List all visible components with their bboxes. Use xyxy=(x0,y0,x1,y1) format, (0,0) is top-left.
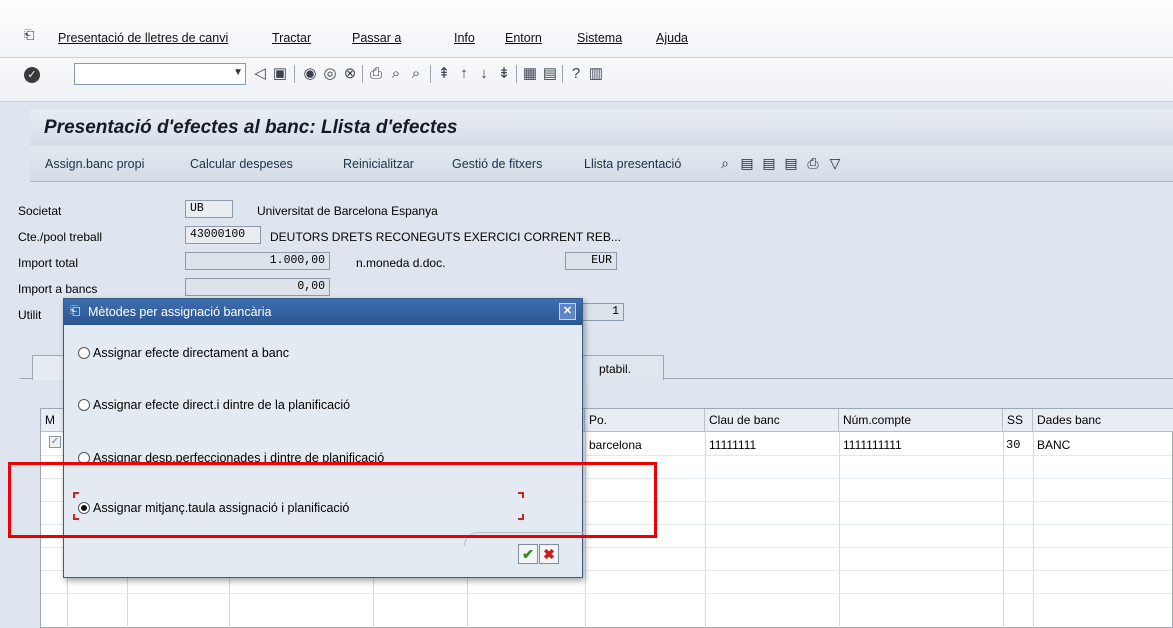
utilit-field: 1 xyxy=(580,303,624,321)
toolbar-separator xyxy=(294,65,295,83)
layout-menu-icon[interactable]: ▥ xyxy=(588,65,604,83)
save-icon[interactable]: ▣ xyxy=(272,65,288,83)
back-icon[interactable]: ◉ xyxy=(302,65,318,83)
find-next-icon[interactable]: ⌕ xyxy=(408,65,424,83)
shortcut-icon[interactable]: ▤ xyxy=(542,65,558,83)
cell-ss: 30 xyxy=(1006,438,1021,452)
menu-entorn[interactable]: Entorn xyxy=(505,31,542,45)
menu-sistema[interactable]: Sistema xyxy=(577,31,622,45)
import-bancs-label: Import a bancs xyxy=(18,282,98,296)
menu-bar: ⎗ Presentació de lletres de canvi Tracta… xyxy=(0,0,1173,58)
toolbar-separator xyxy=(430,65,431,83)
menu-info[interactable]: Info xyxy=(454,31,475,45)
cell-dades-banc: BANC xyxy=(1037,438,1071,452)
highlight-box xyxy=(8,462,657,538)
menu-presentacio[interactable]: Presentació de lletres de canvi xyxy=(58,31,228,45)
deselect-icon[interactable]: ▤ xyxy=(783,155,799,171)
window-menu-icon[interactable]: ⎗ xyxy=(24,28,38,41)
select-block-icon[interactable]: ▤ xyxy=(761,155,777,171)
toolbar-separator xyxy=(362,65,363,83)
import-bancs-field: 0,00 xyxy=(185,278,330,296)
detail-icon[interactable]: ⌕ xyxy=(717,155,733,171)
radio-button[interactable] xyxy=(78,347,90,359)
grid-line xyxy=(1003,432,1004,628)
tab-comptabil-label: ptabil. xyxy=(599,362,632,376)
cell-po: barcelona xyxy=(589,438,642,452)
assign-banc-propi-button[interactable]: Assign.banc propi xyxy=(45,157,144,171)
first-page-icon[interactable]: ⇞ xyxy=(436,65,452,83)
command-field[interactable]: ▼ xyxy=(74,63,246,85)
next-page-icon[interactable]: ↓ xyxy=(476,65,492,83)
cancel-x-icon[interactable]: ✖ xyxy=(539,544,559,564)
grid-line xyxy=(1033,432,1034,628)
create-session-icon[interactable]: ▦ xyxy=(522,65,538,83)
column-header-ss[interactable]: SS xyxy=(1003,409,1033,432)
row-checkbox[interactable]: ✓ xyxy=(49,436,61,448)
moneda-label: n.moneda d.doc. xyxy=(356,256,446,270)
column-header-clau-banc[interactable]: Clau de banc xyxy=(705,409,839,432)
toolbar-separator xyxy=(562,65,563,83)
filter-icon[interactable]: ▽ xyxy=(827,155,843,171)
last-page-icon[interactable]: ⇟ xyxy=(496,65,512,83)
exit-icon[interactable]: ◎ xyxy=(322,65,338,83)
grid-line xyxy=(839,432,840,628)
societat-description: Universitat de Barcelona Espanya xyxy=(257,204,438,218)
gestio-fitxers-button[interactable]: Gestió de fitxers xyxy=(452,157,542,171)
import-total-label: Import total xyxy=(18,256,79,270)
calcular-despeses-button[interactable]: Calcular despeses xyxy=(190,157,293,171)
previous-page-icon[interactable]: ↑ xyxy=(456,65,472,83)
column-header-dades-banc[interactable]: Dades banc xyxy=(1033,409,1173,432)
grid-row-line xyxy=(41,593,1172,594)
option-label: Assignar efecte direct.i dintre de la pl… xyxy=(93,398,351,412)
confirm-check-icon[interactable]: ✔ xyxy=(518,544,538,564)
moneda-field: EUR xyxy=(565,252,617,270)
option-directament[interactable]: Assignar efecte directament a banc xyxy=(78,346,289,364)
cancel-icon[interactable]: ⊗ xyxy=(342,65,358,83)
option-direct-planificacio[interactable]: Assignar efecte direct.i dintre de la pl… xyxy=(78,398,350,416)
llista-presentacio-button[interactable]: Llista presentació xyxy=(584,157,681,171)
pool-field[interactable]: 43000100 xyxy=(185,226,261,244)
application-toolbar: Assign.banc propi Calcular despeses Rein… xyxy=(30,146,1173,182)
page-title: Presentació d'efectes al banc: Llista d'… xyxy=(44,117,458,138)
grid-line xyxy=(705,432,706,628)
toolbar-separator xyxy=(516,65,517,83)
menu-passar-a[interactable]: Passar a xyxy=(352,31,401,45)
print-icon[interactable]: ⎙ xyxy=(368,65,384,83)
menu-ajuda[interactable]: Ajuda xyxy=(656,31,688,45)
societat-field[interactable]: UB xyxy=(185,200,233,218)
back-arrow-icon[interactable]: ◁ xyxy=(252,65,268,83)
tab-comptabil[interactable]: ptabil. xyxy=(580,355,664,380)
radio-button[interactable] xyxy=(78,399,90,411)
dialog-title-bar: ⎗ Mètodes per assignació bancària ✕ xyxy=(64,299,582,325)
find-icon[interactable]: ⌕ xyxy=(388,65,404,83)
column-header-num-compte[interactable]: Núm.compte xyxy=(839,409,1003,432)
pool-label: Cte./pool treball xyxy=(18,230,103,244)
help-icon[interactable]: ? xyxy=(568,65,584,83)
cell-clau-banc: 11111111 xyxy=(709,438,757,452)
dropdown-arrow-icon[interactable]: ▼ xyxy=(233,67,243,78)
cell-num-compte: 1111111111 xyxy=(843,438,902,452)
dialog-window-icon: ⎗ xyxy=(70,303,81,318)
print-list-icon[interactable]: ⎙ xyxy=(805,155,821,171)
enter-check-icon[interactable]: ✓ xyxy=(24,67,40,83)
select-all-icon[interactable]: ▤ xyxy=(739,155,755,171)
standard-toolbar: ✓ ▼ ◁ ▣ ◉ ◎ ⊗ ⎙ ⌕ ⌕ ⇞ ↑ ↓ ⇟ ▦ ▤ ? ▥ xyxy=(0,58,1173,102)
title-bar: Presentació d'efectes al banc: Llista d'… xyxy=(30,110,1173,146)
close-icon[interactable]: ✕ xyxy=(559,303,576,320)
societat-label: Societat xyxy=(18,204,62,218)
utilit-label: Utilit xyxy=(18,308,42,322)
column-header-po[interactable]: Po. xyxy=(585,409,705,432)
menu-tractar[interactable]: Tractar xyxy=(272,31,311,45)
dialog-title: Mètodes per assignació bancària xyxy=(88,305,272,319)
import-total-field: 1.000,00 xyxy=(185,252,330,270)
reinicialitzar-button[interactable]: Reinicialitzar xyxy=(343,157,414,171)
pool-description: DEUTORS DRETS RECONEGUTS EXERCICI CORREN… xyxy=(270,230,621,244)
option-label: Assignar efecte directament a banc xyxy=(93,346,289,360)
